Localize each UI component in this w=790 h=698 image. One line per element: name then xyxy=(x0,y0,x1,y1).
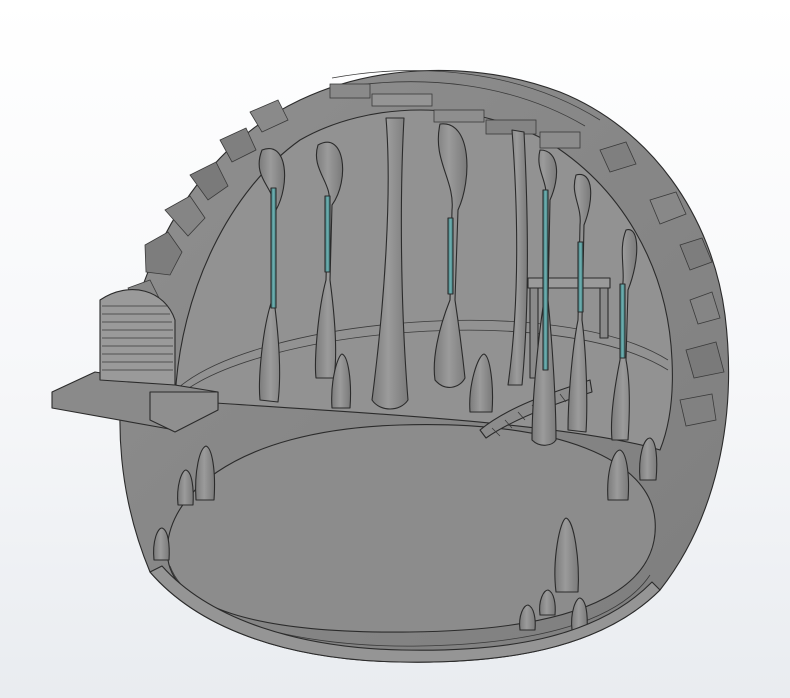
highlighted-rod[interactable] xyxy=(577,241,584,313)
cad-model-canvas[interactable] xyxy=(0,0,790,698)
highlighted-rod[interactable] xyxy=(324,195,331,273)
cad-viewport[interactable] xyxy=(0,0,790,698)
highlighted-rod[interactable] xyxy=(542,189,549,371)
highlighted-rod[interactable] xyxy=(619,283,626,359)
highlighted-rod[interactable] xyxy=(270,187,277,309)
highlighted-rod[interactable] xyxy=(447,217,454,295)
